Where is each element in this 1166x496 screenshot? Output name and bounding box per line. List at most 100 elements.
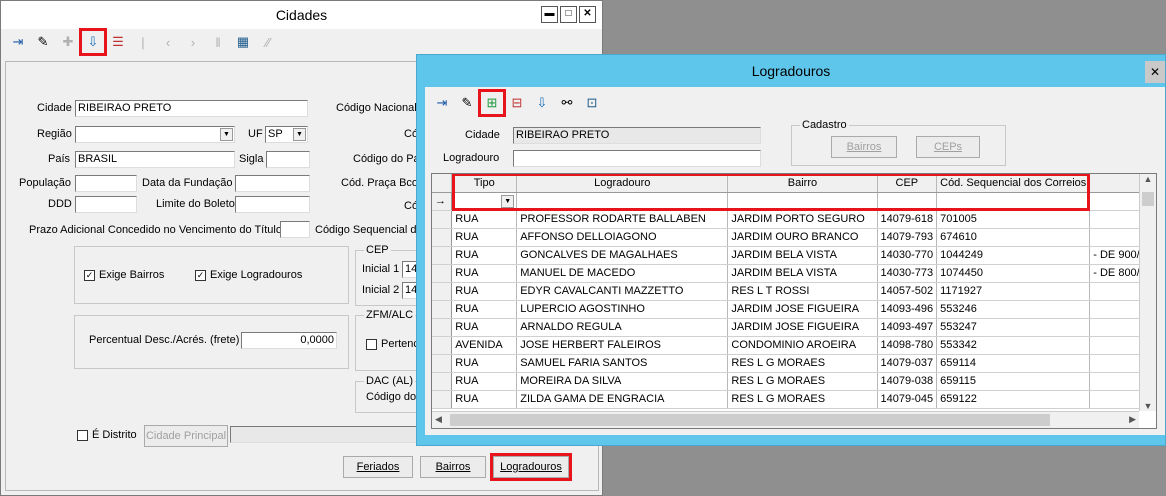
table-row[interactable]: RUA PROFESSOR RODARTE BALLABEN JARDIM PORT… — [432, 210, 1156, 229]
exige-logradouros-checkbox[interactable]: ✓ Exige Logradouros — [195, 269, 302, 281]
exit-icon[interactable]: ⇥ — [431, 92, 453, 114]
table-cell[interactable]: 14030-773 — [877, 264, 938, 283]
table-cell[interactable]: LUPERCIO AGOSTINHO — [516, 300, 729, 319]
table-cell[interactable]: 701005 — [936, 210, 1091, 229]
table-row[interactable]: RUA GONCALVES DE MAGALHAES JARDIM BELA VIS… — [432, 246, 1156, 265]
table-cell[interactable]: 1044249 — [936, 246, 1091, 265]
table-cell[interactable]: PROFESSOR RODARTE BALLABEN — [516, 210, 729, 229]
table-cell[interactable]: AFFONSO DELLOIAGONO — [516, 228, 729, 247]
table-cell[interactable]: 14093-497 — [877, 318, 938, 337]
table-cell[interactable]: 674610 — [936, 228, 1091, 247]
delete-record-icon[interactable]: ⊟ — [506, 92, 528, 114]
table-row[interactable]: RUA MOREIRA DA SILVA RES L G MORAES 14079-0… — [432, 372, 1156, 391]
cidade-field[interactable]: RIBEIRAO PRETO — [75, 100, 308, 117]
scroll-up-icon[interactable]: ▲ — [1140, 174, 1156, 184]
limite-boleto-field[interactable] — [235, 196, 310, 213]
data-fundacao-field[interactable] — [235, 175, 310, 192]
table-cell[interactable]: RUA — [451, 228, 518, 247]
row-indicator[interactable] — [432, 210, 453, 229]
edit-icon[interactable]: ✎ — [32, 31, 54, 53]
table-cell[interactable]: RES L G MORAES — [727, 372, 878, 391]
edit-icon[interactable]: ✎ — [456, 92, 478, 114]
table-cell[interactable]: 659115 — [936, 372, 1091, 391]
chevron-down-icon[interactable]: ▼ — [293, 128, 306, 141]
col-header-bairro[interactable]: Bairro — [727, 174, 878, 193]
table-cell[interactable]: 14079-037 — [877, 354, 938, 373]
scroll-right-icon[interactable]: ▶ — [1129, 414, 1136, 425]
new-row[interactable]: → ▼ — [432, 192, 1156, 211]
table-cell[interactable]: 553342 — [936, 336, 1091, 355]
table-cell[interactable]: ZILDA GAMA DE ENGRACIA — [516, 390, 729, 409]
add-icon[interactable]: ✚ — [57, 31, 79, 53]
close-button[interactable]: ✕ — [579, 6, 596, 23]
table-cell[interactable]: RUA — [451, 264, 518, 283]
table-cell[interactable]: JARDIM JOSE FIGUEIRA — [727, 300, 878, 319]
table-cell[interactable]: EDYR CAVALCANTI MAZZETTO — [516, 282, 729, 301]
row-indicator[interactable] — [432, 264, 453, 283]
save-download-icon[interactable]: ⇩ — [79, 28, 107, 56]
table-cell[interactable]: JARDIM BELA VISTA — [727, 264, 878, 283]
table-row[interactable]: AVENIDA JOSE HERBERT FALEIROS CONDOMINIO A… — [432, 336, 1156, 355]
col-header-logradouro[interactable]: Logradouro — [516, 174, 729, 193]
new-cell[interactable] — [516, 192, 729, 211]
logr-logradouro-field[interactable] — [513, 150, 761, 167]
regiao-select[interactable]: ▼ — [75, 126, 235, 143]
table-cell[interactable]: 14079-038 — [877, 372, 938, 391]
table-cell[interactable]: RES L G MORAES — [727, 390, 878, 409]
table-cell[interactable]: JARDIM JOSE FIGUEIRA — [727, 318, 878, 337]
insert-record-icon[interactable]: ⊞ — [478, 89, 506, 117]
table-row[interactable]: RUA SAMUEL FARIA SANTOS RES L G MORAES 1407… — [432, 354, 1156, 373]
row-indicator[interactable] — [432, 372, 453, 391]
table-cell[interactable]: JARDIM BELA VISTA — [727, 246, 878, 265]
populacao-field[interactable] — [75, 175, 137, 192]
chevron-down-icon[interactable]: ▼ — [501, 194, 515, 208]
table-cell[interactable]: RUA — [451, 372, 518, 391]
logr-ceps-button[interactable]: CEPs — [916, 136, 980, 158]
row-indicator[interactable] — [432, 336, 453, 355]
chevron-down-icon[interactable]: ▼ — [220, 128, 233, 141]
scroll-left-icon[interactable]: ◀ — [435, 414, 442, 425]
table-cell[interactable]: 1074450 — [936, 264, 1091, 283]
next-icon[interactable]: › — [182, 31, 204, 53]
tipo-edit-cell[interactable]: ▼ — [451, 192, 518, 211]
horizontal-scrollbar[interactable]: ◀ ▶ — [432, 411, 1139, 428]
col-header-cod-sequencial[interactable]: Cód. Sequencial dos Correios — [936, 174, 1091, 193]
new-cell[interactable] — [877, 192, 938, 211]
percentual-field[interactable]: 0,0000 — [241, 332, 337, 349]
table-cell[interactable]: ARNALDO REGULA — [516, 318, 729, 337]
table-cell[interactable]: CONDOMINIO AROEIRA — [727, 336, 878, 355]
table-row[interactable]: RUA LUPERCIO AGOSTINHO JARDIM JOSE FIGUEIR… — [432, 300, 1156, 319]
table-cell[interactable]: AVENIDA — [451, 336, 518, 355]
save-download-icon[interactable]: ⇩ — [531, 92, 553, 114]
ddd-field[interactable] — [75, 196, 137, 213]
table-cell[interactable]: RUA — [451, 246, 518, 265]
table-cell[interactable]: 14098-780 — [877, 336, 938, 355]
table-cell[interactable]: RUA — [451, 390, 518, 409]
table-cell[interactable]: 1171927 — [936, 282, 1091, 301]
logradouros-button[interactable]: Logradouros — [490, 453, 572, 481]
table-cell[interactable]: RES L G MORAES — [727, 354, 878, 373]
table-row[interactable]: RUA MANUEL DE MACEDO JARDIM BELA VISTA 1403… — [432, 264, 1156, 283]
table-cell[interactable]: RUA — [451, 354, 518, 373]
new-cell[interactable] — [727, 192, 878, 211]
hscroll-thumb[interactable] — [450, 414, 1050, 426]
scroll-thumb[interactable] — [1142, 192, 1154, 206]
sigla-field[interactable] — [266, 151, 310, 168]
table-cell[interactable]: GONCALVES DE MAGALHAES — [516, 246, 729, 265]
logr-bairros-button[interactable]: Bairros — [831, 136, 897, 158]
prev-icon[interactable]: ‹ — [157, 31, 179, 53]
table-cell[interactable]: MOREIRA DA SILVA — [516, 372, 729, 391]
table-cell[interactable]: 14093-496 — [877, 300, 938, 319]
table-cell[interactable]: JARDIM PORTO SEGURO — [727, 210, 878, 229]
table-cell[interactable]: JARDIM OURO BRANCO — [727, 228, 878, 247]
table-cell[interactable]: 14079-793 — [877, 228, 938, 247]
table-cell[interactable]: 14079-045 — [877, 390, 938, 409]
table-cell[interactable]: RUA — [451, 318, 518, 337]
close-icon[interactable]: ✕ — [1145, 61, 1165, 83]
table-cell[interactable]: MANUEL DE MACEDO — [516, 264, 729, 283]
table-cell[interactable]: 14057-502 — [877, 282, 938, 301]
exige-bairros-checkbox[interactable]: ✓ Exige Bairros — [84, 269, 164, 281]
grid-icon[interactable]: ▦ — [232, 31, 254, 53]
vertical-scrollbar[interactable]: ▲ ▼ — [1139, 174, 1156, 411]
last-icon[interactable]: ‖ — [207, 31, 229, 53]
